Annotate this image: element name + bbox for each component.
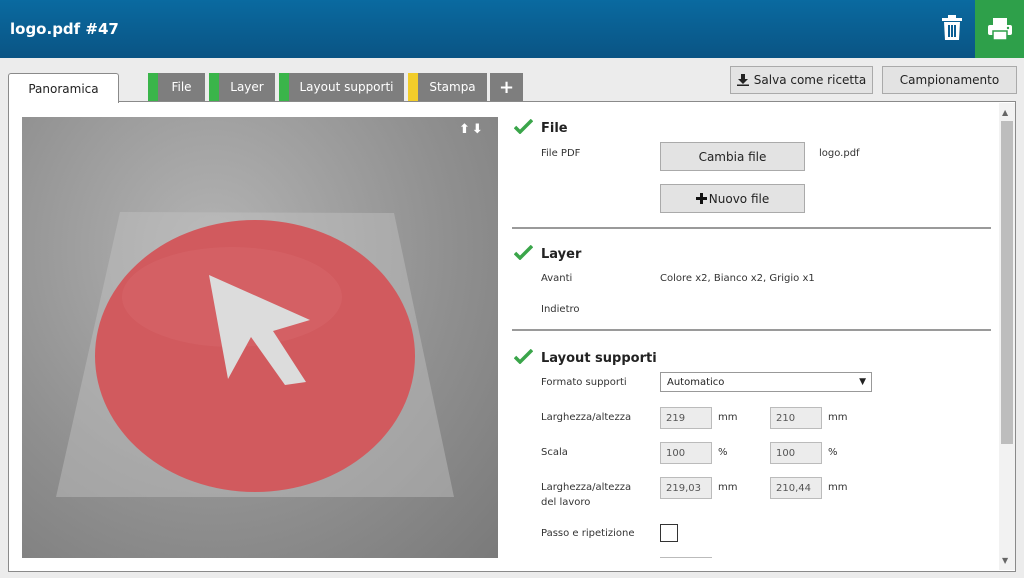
width-height-label: Larghezza/altezza	[541, 412, 632, 423]
tab-overview[interactable]: Panoramica	[8, 73, 119, 103]
change-file-label: Cambia file	[698, 149, 767, 164]
media-format-select[interactable]: Automatico ▼	[660, 372, 872, 392]
app-header: logo.pdf #47	[0, 0, 1024, 58]
front-label: Avanti	[541, 273, 573, 284]
step-repeat-checkbox[interactable]	[660, 524, 678, 542]
status-bar	[408, 73, 418, 101]
scale-y-field[interactable]: 100	[770, 442, 822, 464]
trash-icon	[942, 15, 962, 40]
scale-x-field[interactable]: 100	[660, 442, 712, 464]
unit-label: mm	[828, 482, 848, 493]
change-file-button[interactable]: Cambia file	[660, 142, 805, 171]
preview-image	[56, 212, 454, 497]
pdf-file-label: File PDF	[541, 148, 581, 159]
new-file-button[interactable]: Nuovo file	[660, 184, 805, 213]
status-bar	[209, 73, 219, 101]
layer-section-title: Layer	[541, 247, 582, 262]
width-field[interactable]: 219	[660, 407, 712, 429]
status-bar	[148, 73, 158, 101]
back-label: Indietro	[541, 304, 580, 315]
unit-label: mm	[718, 482, 738, 493]
status-bar	[279, 73, 289, 101]
step-repeat-label: Passo e ripetizione	[541, 528, 635, 539]
new-file-label: Nuovo file	[708, 191, 770, 206]
plus-icon	[695, 193, 707, 204]
front-value: Colore x2, Bianco x2, Grigio x1	[660, 273, 815, 284]
print-button[interactable]	[975, 0, 1024, 58]
page-title: logo.pdf #47	[10, 20, 119, 38]
check-icon	[514, 119, 533, 134]
media-format-value: Automatico	[667, 376, 725, 388]
scroll-up-icon[interactable]: ▲	[1002, 108, 1008, 117]
file-section-title: File	[541, 121, 568, 136]
sampling-button[interactable]: Campionamento	[882, 66, 1017, 94]
tab-label: Stampa	[429, 80, 476, 94]
save-recipe-button[interactable]: Salva come ricetta	[730, 66, 873, 94]
file-name: logo.pdf	[819, 148, 860, 159]
caret-down-icon: ▼	[859, 377, 866, 387]
delete-button[interactable]	[930, 8, 974, 48]
media-format-label: Formato supporti	[541, 377, 627, 388]
tab-label: Panoramica	[28, 81, 99, 96]
tab-label: Layout supporti	[299, 80, 394, 94]
unit-label: mm	[718, 412, 738, 423]
unit-label: %	[718, 447, 728, 458]
unit-label: mm	[828, 412, 848, 423]
check-icon	[514, 349, 533, 364]
check-icon	[514, 245, 533, 260]
height-field[interactable]: 210	[770, 407, 822, 429]
plus-icon: +	[498, 76, 515, 98]
job-size-label-line2: del lavoro	[541, 497, 591, 508]
tab-label: File	[171, 80, 192, 94]
layout-section-title: Layout supporti	[541, 351, 657, 366]
tab-label: Layer	[230, 80, 264, 94]
reorder-arrows-icon[interactable]: ⬆⬇	[459, 122, 485, 137]
scale-label: Scala	[541, 447, 568, 458]
download-icon	[736, 74, 749, 86]
section-divider	[512, 227, 991, 229]
partial-field	[660, 557, 712, 558]
job-width-field[interactable]: 219,03	[660, 477, 712, 499]
tab-media-layout[interactable]: Layout supporti	[279, 73, 404, 101]
job-size-label: Larghezza/altezza	[541, 482, 632, 493]
add-tab-button[interactable]: +	[490, 73, 523, 101]
tab-file[interactable]: File	[148, 73, 205, 101]
section-divider	[512, 329, 991, 331]
tab-layer[interactable]: Layer	[209, 73, 275, 101]
sampling-label: Campionamento	[899, 73, 1000, 87]
tab-print[interactable]: Stampa	[408, 73, 487, 101]
unit-label: %	[828, 447, 838, 458]
save-recipe-label: Salva come ricetta	[753, 73, 867, 87]
preview-canvas[interactable]	[22, 117, 498, 558]
job-height-field[interactable]: 210,44	[770, 477, 822, 499]
scroll-down-icon[interactable]: ▼	[1002, 556, 1008, 565]
scrollbar-thumb[interactable]	[1001, 121, 1013, 444]
printer-icon	[987, 18, 1012, 41]
